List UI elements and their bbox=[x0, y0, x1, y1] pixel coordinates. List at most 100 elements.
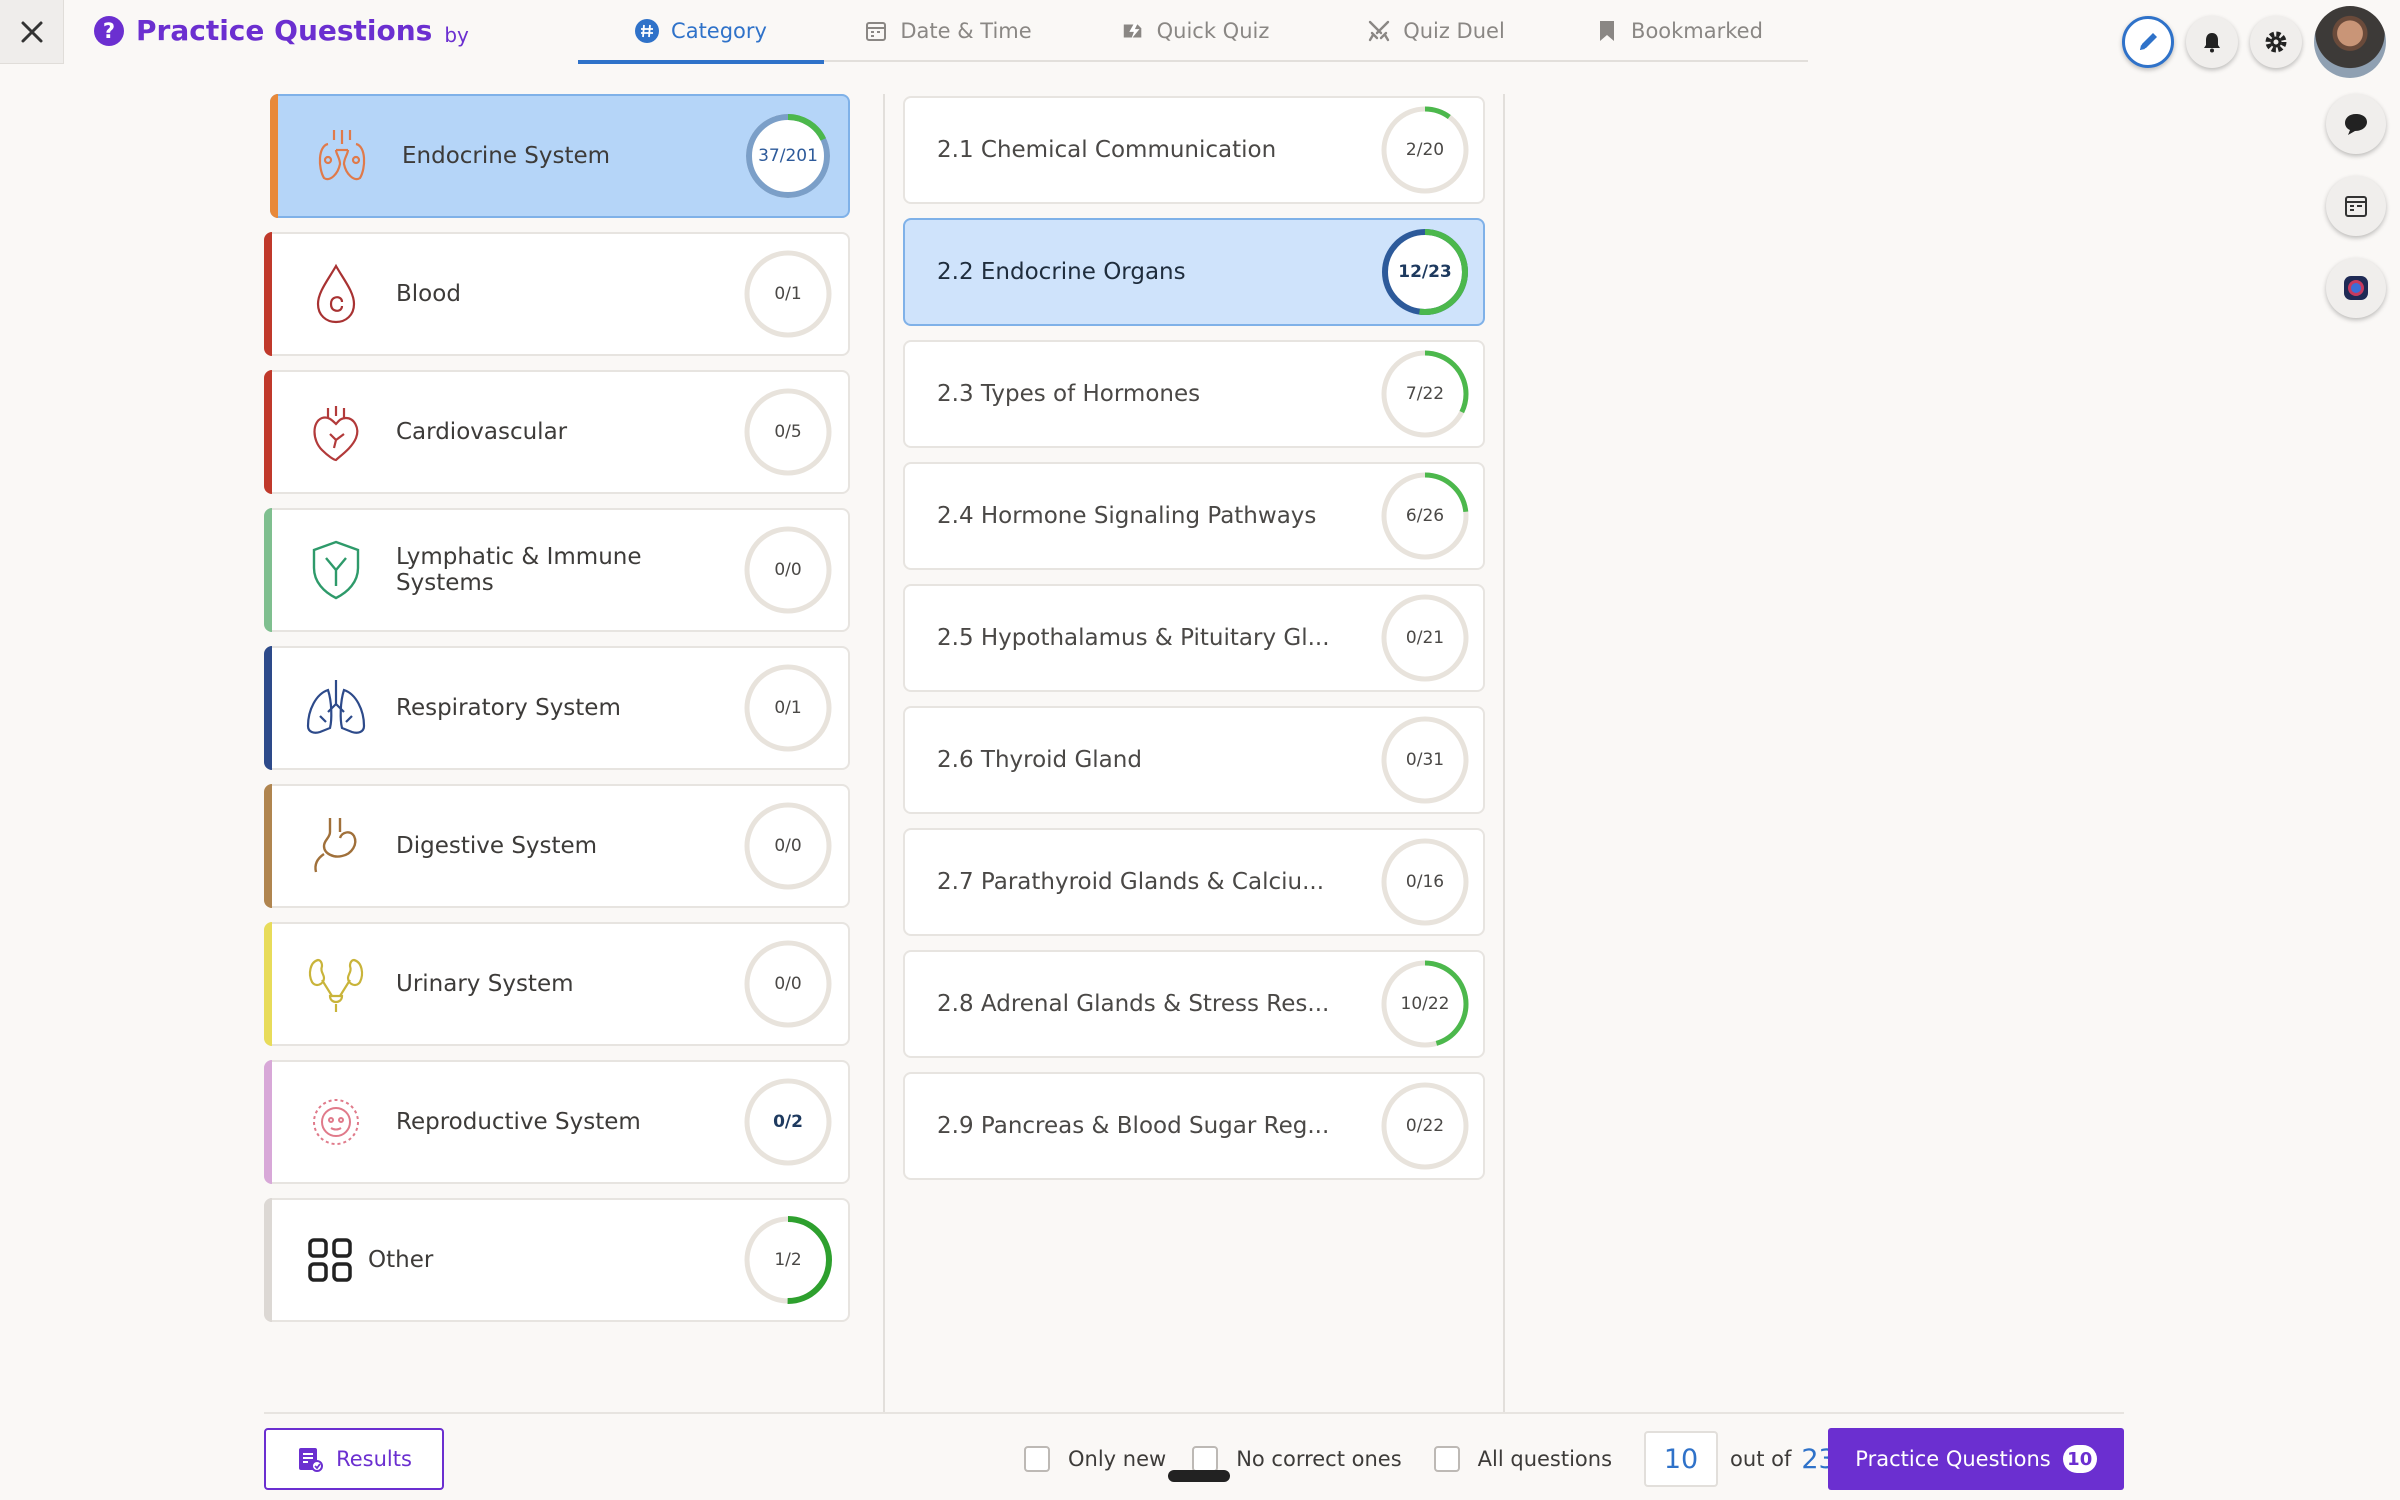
progress-ring: 6/26 bbox=[1379, 470, 1471, 562]
results-label: Results bbox=[336, 1447, 412, 1471]
tab-label: Bookmarked bbox=[1631, 19, 1763, 43]
grid-icon bbox=[306, 1224, 354, 1296]
lungs-icon bbox=[300, 672, 372, 744]
progress-ring: 0/0 bbox=[742, 800, 834, 892]
progress-ring: 0/2 bbox=[742, 1076, 834, 1168]
checkbox-label: All questions bbox=[1477, 1447, 1613, 1471]
progress-text: 0/21 bbox=[1405, 628, 1445, 648]
hash-icon bbox=[635, 19, 660, 43]
side-actions bbox=[2326, 94, 2386, 318]
checkbox-box[interactable] bbox=[1024, 1446, 1050, 1472]
subcategory-item-selected[interactable]: 2.2 Endocrine Organs 12/23 bbox=[903, 218, 1485, 326]
blood-drop-icon bbox=[300, 258, 372, 330]
subcategory-label: 2.5 Hypothalamus & Pituitary Gl... bbox=[937, 625, 1330, 651]
category-label: Lymphatic & Immune Systems bbox=[396, 544, 642, 596]
practice-questions-button[interactable]: Practice Questions 10 bbox=[1828, 1428, 2124, 1490]
results-button[interactable]: Results bbox=[264, 1428, 444, 1490]
subcategory-item[interactable]: 2.7 Parathyroid Glands & Calciu... 0/16 bbox=[903, 828, 1485, 936]
results-icon bbox=[299, 1448, 324, 1472]
progress-ring: 10/22 bbox=[1379, 958, 1471, 1050]
subcategory-item[interactable]: 2.3 Types of Hormones 7/22 bbox=[903, 340, 1485, 448]
no-correct-checkbox[interactable]: No correct ones bbox=[1192, 1446, 1402, 1472]
bell-icon bbox=[2204, 33, 2220, 53]
stomach-icon bbox=[300, 810, 372, 882]
calendar-button[interactable] bbox=[2326, 176, 2386, 236]
progress-ring: 7/22 bbox=[1379, 348, 1471, 440]
category-cardiovascular[interactable]: Cardiovascular 0/5 bbox=[264, 370, 850, 494]
progress-text: 0/1 bbox=[774, 698, 802, 718]
close-icon bbox=[21, 21, 42, 42]
tab-label: Category bbox=[671, 19, 767, 43]
progress-text: 0/1 bbox=[774, 284, 802, 304]
progress-ring: 0/1 bbox=[742, 662, 834, 754]
category-reproductive[interactable]: Reproductive System 0/2 bbox=[264, 1060, 850, 1184]
category-stripe bbox=[264, 784, 272, 908]
tab-date-time[interactable]: Date & Time bbox=[824, 0, 1072, 62]
progress-text: 0/0 bbox=[774, 560, 802, 580]
subcategory-label: 2.8 Adrenal Glands & Stress Res... bbox=[937, 991, 1330, 1017]
close-button[interactable] bbox=[0, 0, 64, 64]
question-count-input[interactable]: 10 bbox=[1644, 1431, 1719, 1487]
checkbox-box[interactable] bbox=[1433, 1446, 1460, 1472]
tab-label: Quick Quiz bbox=[1156, 19, 1270, 43]
progress-ring: 0/31 bbox=[1379, 714, 1471, 806]
tab-quiz-duel[interactable]: Quiz Duel bbox=[1318, 0, 1554, 62]
subcategory-item[interactable]: 2.8 Adrenal Glands & Stress Res... 10/22 bbox=[903, 950, 1485, 1058]
filter-bar: Only new No correct ones All questions 1… bbox=[1024, 1428, 1836, 1490]
checkbox-box[interactable] bbox=[1192, 1446, 1219, 1472]
drag-handle[interactable] bbox=[1168, 1470, 1230, 1482]
progress-ring: 0/0 bbox=[742, 938, 834, 1030]
category-lymphatic-immune[interactable]: Lymphatic & Immune Systems 0/0 bbox=[264, 508, 850, 632]
avatar[interactable] bbox=[2314, 6, 2386, 78]
shield-icon bbox=[300, 534, 372, 606]
category-endocrine-system[interactable]: Endocrine System 37/201 bbox=[270, 94, 850, 218]
category-label: Urinary System bbox=[396, 971, 574, 997]
notifications-button[interactable] bbox=[2186, 16, 2238, 68]
pencil-icon bbox=[2140, 33, 2157, 50]
kidneys-icon bbox=[300, 948, 372, 1020]
subcategory-item[interactable]: 2.1 Chemical Communication 2/20 bbox=[903, 96, 1485, 204]
tab-bookmarked[interactable]: Bookmarked bbox=[1554, 0, 1804, 62]
app-title: ? Practice Questions by bbox=[94, 14, 469, 47]
subcategory-item[interactable]: 2.9 Pancreas & Blood Sugar Reg... 0/22 bbox=[903, 1072, 1485, 1180]
progress-ring: 0/5 bbox=[742, 386, 834, 478]
embryo-icon bbox=[300, 1086, 372, 1158]
only-new-checkbox[interactable]: Only new bbox=[1024, 1446, 1166, 1472]
all-questions-checkbox[interactable]: All questions bbox=[1433, 1446, 1613, 1472]
settings-button[interactable] bbox=[2250, 16, 2302, 68]
subcategory-label: 2.7 Parathyroid Glands & Calciu... bbox=[937, 869, 1325, 895]
page-title: Practice Questions bbox=[136, 14, 433, 47]
category-stripe bbox=[264, 1060, 272, 1184]
subcategory-label: 2.2 Endocrine Organs bbox=[937, 259, 1186, 285]
subcategory-item[interactable]: 2.4 Hormone Signaling Pathways 6/26 bbox=[903, 462, 1485, 570]
category-blood[interactable]: Blood 0/1 bbox=[264, 232, 850, 356]
category-stripe bbox=[264, 1198, 272, 1322]
subcategory-item[interactable]: 2.6 Thyroid Gland 0/31 bbox=[903, 706, 1485, 814]
tab-label: Quiz Duel bbox=[1403, 19, 1505, 43]
bottom-divider bbox=[264, 1412, 2124, 1414]
progress-text: 1/2 bbox=[774, 1250, 802, 1270]
category-label: Endocrine System bbox=[402, 143, 611, 169]
category-respiratory[interactable]: Respiratory System 0/1 bbox=[264, 646, 850, 770]
column-divider bbox=[883, 94, 885, 1414]
progress-ring: 2/20 bbox=[1379, 104, 1471, 196]
subcategory-item[interactable]: 2.5 Hypothalamus & Pituitary Gl... 0/21 bbox=[903, 584, 1485, 692]
checkbox-label: No correct ones bbox=[1236, 1447, 1402, 1471]
bookmark-icon bbox=[1595, 19, 1619, 43]
tab-category[interactable]: Category bbox=[578, 0, 824, 64]
category-label: Cardiovascular bbox=[396, 419, 568, 445]
category-urinary[interactable]: Urinary System 0/0 bbox=[264, 922, 850, 1046]
calendar-icon bbox=[864, 19, 888, 43]
category-other[interactable]: Other 1/2 bbox=[264, 1198, 850, 1322]
edit-button[interactable] bbox=[2122, 16, 2174, 68]
progress-text: 0/16 bbox=[1405, 872, 1445, 892]
tab-quick-quiz[interactable]: Quick Quiz bbox=[1072, 0, 1318, 62]
progress-ring: 37/201 bbox=[742, 110, 834, 202]
progress-text: 7/22 bbox=[1405, 384, 1445, 404]
assistant-button[interactable] bbox=[2326, 258, 2386, 318]
category-list: Endocrine System 37/201 Blood 0/1 Cardio… bbox=[264, 94, 850, 1336]
progress-ring: 0/0 bbox=[742, 524, 834, 616]
chat-button[interactable] bbox=[2326, 94, 2386, 154]
category-digestive[interactable]: Digestive System 0/0 bbox=[264, 784, 850, 908]
progress-text: 0/31 bbox=[1405, 750, 1445, 770]
